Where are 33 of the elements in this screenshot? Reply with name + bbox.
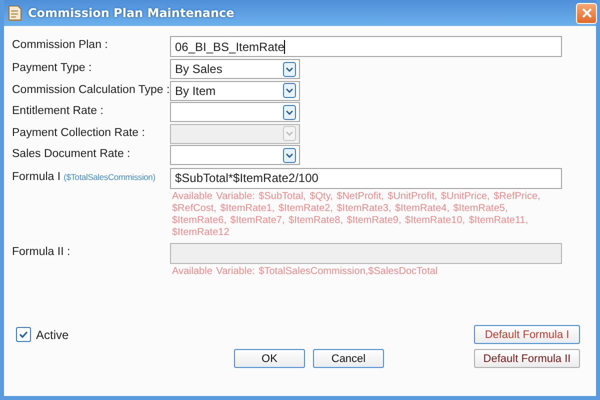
hint-text: Available Variable: $TotalSalesCommission,$SalesDocTotal: [171, 265, 439, 280]
close-button[interactable]: [576, 2, 597, 24]
dialog-button[interactable]: OK: [234, 349, 305, 368]
hint-text: Available Variable: $SubTotal, $Qty, $NetProfit, $UnitProfit, $UnitPrice, $RefPrice, $RefCost, $ItemRate1, $ItemRate2, $ItemRate3, $ItemRate4, $ItemRate5, $ItemRate6, $ItemRate7, $ItemRate8, $ItemRate9, $ItemRate10, $ItemRate11, $ItemRate12: [171, 190, 542, 240]
field-label: Formula I: [12, 170, 61, 182]
window-title: Commission Plan Maintenance: [28, 6, 236, 20]
chevron-icon: [283, 148, 296, 162]
field-label: Entitlement Rate :: [12, 105, 104, 117]
checkbox-label: Active: [36, 328, 69, 342]
field-note: ($TotalSalesCommission): [64, 172, 156, 182]
dropdown[interactable]: [170, 145, 300, 165]
close-icon: [580, 7, 592, 19]
field-label: Payment Collection Rate :: [12, 126, 145, 138]
document-icon: [8, 5, 22, 21]
dialog-button[interactable]: Cancel: [313, 349, 384, 368]
chevron-icon: [283, 126, 296, 141]
checkmark-icon: [18, 329, 29, 340]
default-formula-button[interactable]: Default Formula I: [474, 325, 580, 344]
dropdown[interactable]: [170, 102, 300, 122]
dropdown[interactable]: By Item: [170, 80, 300, 100]
input-field[interactable]: 06_BI_BS_ItemRate: [170, 36, 562, 57]
field-label: Sales Document Rate :: [12, 148, 130, 160]
chevron-icon: [283, 104, 296, 120]
field-label: Payment Type :: [12, 62, 92, 74]
default-formula-button[interactable]: Default Formula II: [474, 349, 580, 368]
dropdown[interactable]: By Sales: [170, 59, 300, 79]
chevron-icon: [283, 83, 296, 98]
checkbox[interactable]: [16, 327, 31, 342]
field-label: Formula II :: [12, 246, 70, 258]
chevron-icon: [283, 62, 296, 76]
field-label: Commission Plan :: [12, 39, 108, 51]
formula-field[interactable]: $SubTotal*$ItemRate2/100: [170, 168, 562, 188]
field-label: Commission Calculation Type :: [12, 84, 170, 96]
